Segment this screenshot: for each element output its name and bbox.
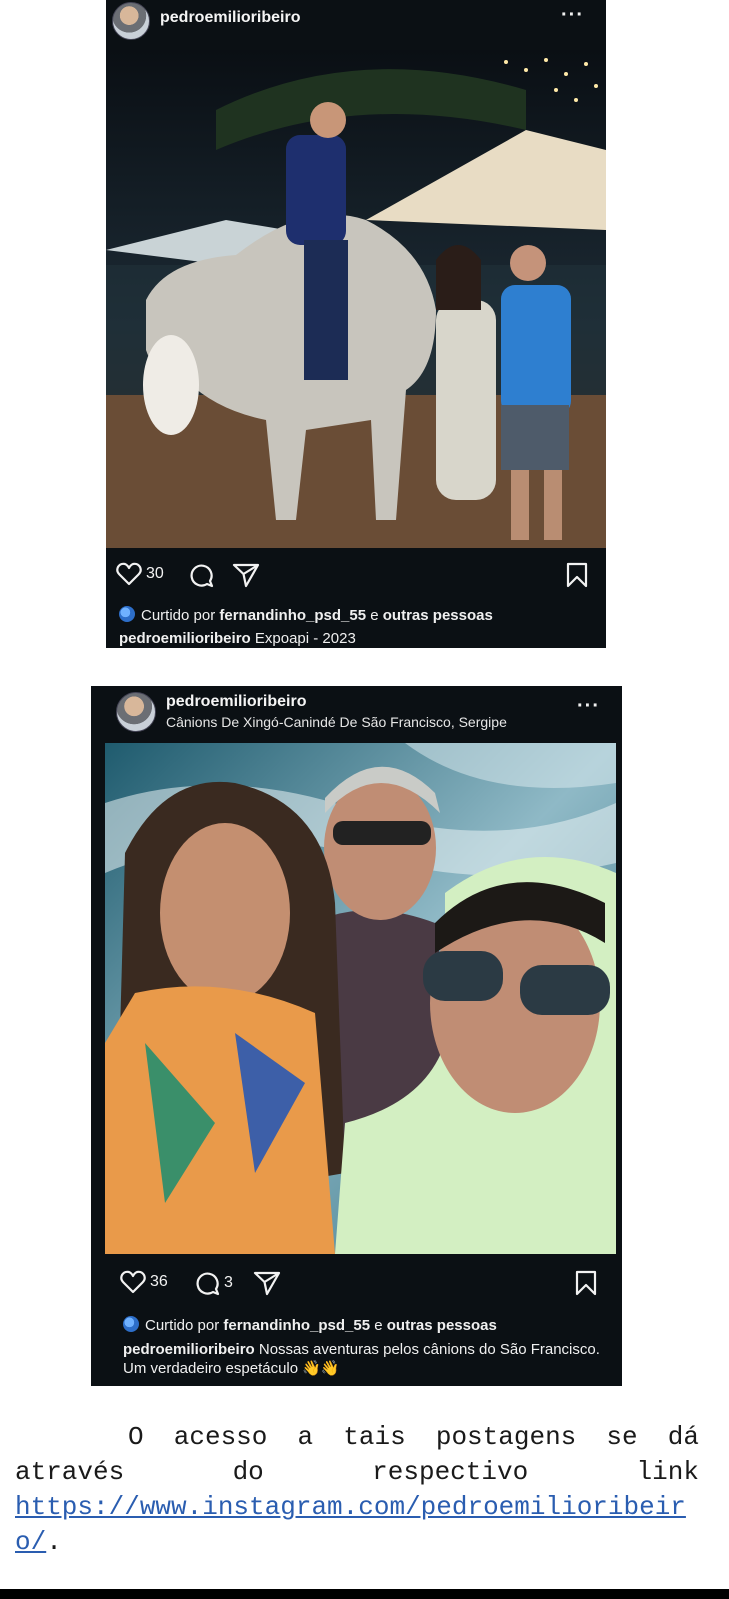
instagram-post-1: pedroemilioribeiro ··· 30 Curtido por fe… xyxy=(106,0,606,648)
paragraph-word: do xyxy=(232,1457,264,1487)
likes-count: 30 xyxy=(146,565,164,582)
post-photo[interactable] xyxy=(106,50,606,548)
paragraph-line-1: O acesso a tais postagens se dá xyxy=(128,1422,699,1452)
comment-icon[interactable] xyxy=(188,562,214,588)
document-paragraph: O acesso a tais postagens se dá através … xyxy=(15,1420,699,1560)
post-header: pedroemilioribeiro Cânions De Xingó-Cani… xyxy=(91,686,622,742)
comment-icon[interactable] xyxy=(194,1270,220,1296)
liked-by-others[interactable]: outras pessoas xyxy=(387,1317,497,1334)
liked-by-prefix: Curtido por xyxy=(145,1317,220,1334)
comment-action[interactable] xyxy=(188,562,214,588)
save-action[interactable] xyxy=(566,562,588,588)
like-action[interactable]: 30 xyxy=(116,562,164,586)
post-actions-bar: 36 3 xyxy=(91,1266,622,1302)
post-photo-illustration xyxy=(106,50,606,548)
comment-action[interactable]: 3 xyxy=(194,1270,233,1296)
instagram-post-2: pedroemilioribeiro Cânions De Xingó-Cani… xyxy=(91,686,622,1386)
post-photo-illustration xyxy=(105,743,616,1254)
post-caption: pedroemilioribeiro Expoapi - 2023 xyxy=(119,629,599,648)
post-username[interactable]: pedroemilioribeiro xyxy=(160,9,300,27)
liked-by-line: Curtido por fernandinho_psd_55 e outras … xyxy=(123,1316,497,1334)
liked-by-and: e xyxy=(374,1317,383,1334)
liked-by-user[interactable]: fernandinho_psd_55 xyxy=(219,607,366,624)
post-actions-bar: 30 xyxy=(106,558,606,594)
paragraph-line-3: https://www.instagram.com/pedroemiliorib… xyxy=(15,1490,699,1560)
liked-by-user[interactable]: fernandinho_psd_55 xyxy=(223,1317,370,1334)
bookmark-icon[interactable] xyxy=(575,1270,597,1296)
liker-avatar-icon xyxy=(119,606,135,622)
instagram-profile-link[interactable]: https://www.instagram.com/pedroemiliorib… xyxy=(15,1492,686,1557)
share-action[interactable] xyxy=(232,562,260,588)
paragraph-word: respectivo xyxy=(372,1457,529,1487)
post-header: pedroemilioribeiro ··· xyxy=(106,0,606,50)
avatar[interactable] xyxy=(112,2,150,40)
like-action[interactable]: 36 xyxy=(120,1270,168,1294)
caption-username[interactable]: pedroemilioribeiro xyxy=(123,1341,255,1358)
liked-by-and: e xyxy=(370,607,379,624)
post-caption: pedroemilioribeiro Nossas aventuras pelo… xyxy=(123,1340,603,1378)
share-action[interactable] xyxy=(253,1270,281,1296)
likes-count: 36 xyxy=(150,1273,168,1290)
caption-username[interactable]: pedroemilioribeiro xyxy=(119,630,251,647)
post-username[interactable]: pedroemilioribeiro xyxy=(166,693,306,711)
link-suffix: . xyxy=(46,1527,62,1557)
avatar[interactable] xyxy=(116,692,156,732)
paragraph-word: através xyxy=(15,1457,125,1487)
paragraph-line-2: através do respectivo link xyxy=(15,1455,699,1490)
liked-by-others[interactable]: outras pessoas xyxy=(383,607,493,624)
post-location[interactable]: Cânions De Xingó-Canindé De São Francisc… xyxy=(166,714,507,730)
liked-by-line: Curtido por fernandinho_psd_55 e outras … xyxy=(119,606,493,624)
heart-icon[interactable] xyxy=(120,1270,146,1294)
liker-avatar-icon xyxy=(123,1316,139,1332)
save-action[interactable] xyxy=(575,1270,597,1296)
paragraph-word: link xyxy=(636,1457,699,1487)
bookmark-icon[interactable] xyxy=(566,562,588,588)
liked-by-prefix: Curtido por xyxy=(141,607,216,624)
post-photo[interactable] xyxy=(105,743,616,1254)
share-icon[interactable] xyxy=(253,1270,281,1296)
comments-count: 3 xyxy=(224,1274,233,1291)
page-bottom-bar xyxy=(0,1589,729,1599)
more-options-icon[interactable]: ··· xyxy=(577,695,600,718)
share-icon[interactable] xyxy=(232,562,260,588)
more-options-icon[interactable]: ··· xyxy=(561,4,584,27)
caption-text: Expoapi - 2023 xyxy=(254,630,356,647)
heart-icon[interactable] xyxy=(116,562,142,586)
